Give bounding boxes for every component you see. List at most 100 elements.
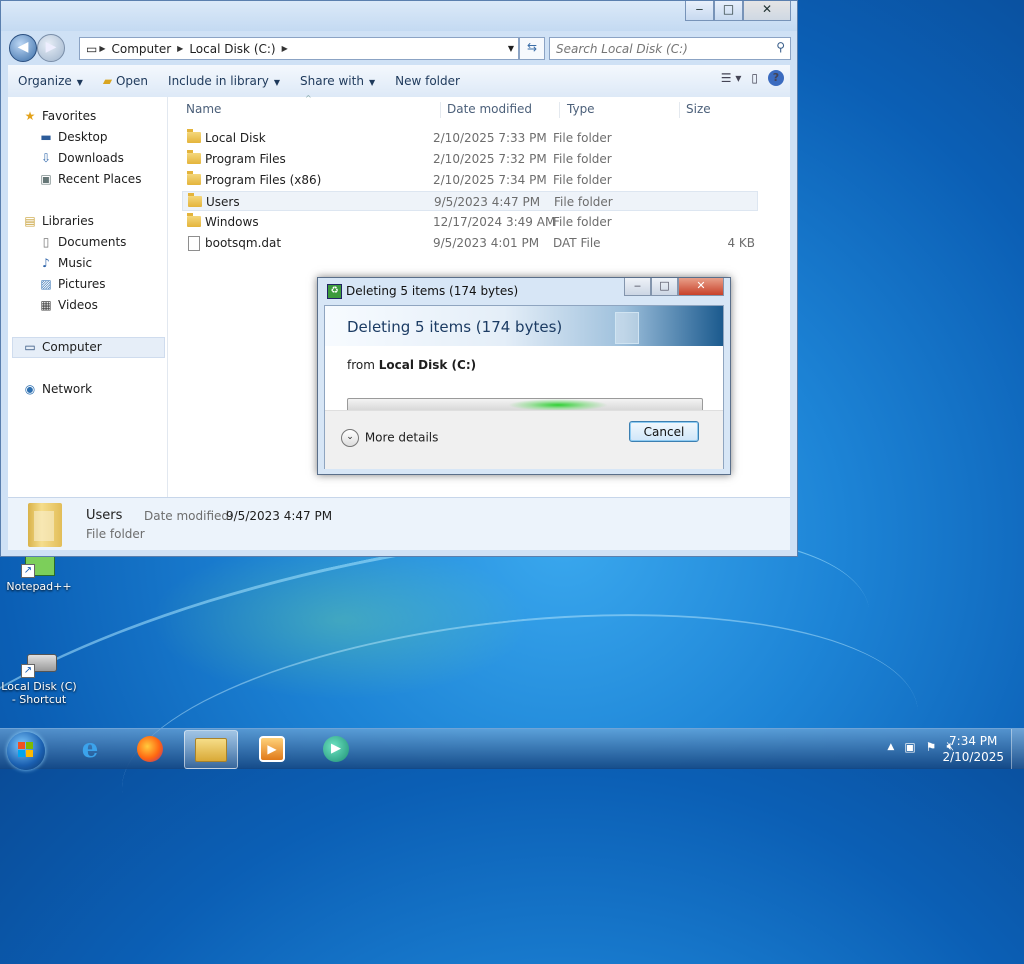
forward-button[interactable]: ▶: [37, 34, 65, 62]
new-folder-button[interactable]: New folder: [385, 69, 470, 93]
column-header-name[interactable]: Name: [182, 102, 441, 118]
chevron-down-icon: ⌄: [341, 429, 359, 447]
open-button[interactable]: ▰ Open: [93, 69, 158, 93]
clock[interactable]: 7:34 PM 2/10/2025: [942, 733, 1004, 765]
file-type: File folder: [553, 131, 612, 145]
open-label: Open: [115, 74, 149, 88]
preview-pane-icon[interactable]: ▯: [751, 71, 758, 85]
taskbar-chat-app[interactable]: ▶: [310, 730, 362, 767]
nav-item-libraries[interactable]: ▤ Libraries: [22, 211, 94, 231]
nav-item-recent-places[interactable]: ▣ Recent Places: [38, 169, 141, 189]
action-center-flag-icon[interactable]: ⚑: [926, 740, 937, 754]
file-date: 2/10/2025 7:32 PM: [433, 152, 547, 166]
file-name: Local Disk: [205, 131, 266, 145]
nav-item-label: Desktop: [58, 130, 108, 144]
clock-date: 2/10/2025: [942, 750, 1004, 764]
details-pane: Users Date modified: 9/5/2023 4:47 PM Fi…: [8, 497, 790, 550]
nav-item-label: Videos: [58, 298, 98, 312]
search-icon[interactable]: ⚲: [776, 40, 785, 54]
address-bar[interactable]: ▭ ▶ Computer ▶ Local Disk (C:) ▶ ▼: [79, 37, 519, 60]
network-status-icon[interactable]: ▣: [904, 740, 915, 754]
refresh-button[interactable]: ⇆: [519, 37, 545, 60]
back-button[interactable]: ◀: [9, 34, 37, 62]
nav-item-favorites[interactable]: ★ Favorites: [22, 106, 97, 126]
file-row[interactable]: Windows 12/17/2024 3:49 AM File folder: [182, 212, 758, 232]
share-with-menu[interactable]: Share with ▼: [290, 69, 385, 93]
delete-progress-dialog: ♻ Deleting 5 items (174 bytes) ‒ □ ✕ Del…: [317, 277, 731, 475]
title-bar[interactable]: ‒ □ ✕: [1, 1, 797, 31]
nav-item-downloads[interactable]: ⇩ Downloads: [38, 148, 124, 168]
taskbar-internet-explorer[interactable]: e: [64, 730, 116, 767]
dialog-maximize-button: □: [651, 278, 678, 296]
clock-time: 7:34 PM: [949, 734, 998, 748]
chevron-down-icon: ▼: [76, 78, 83, 87]
desktop-icon-local-disk-shortcut[interactable]: ↗ Local Disk (C) - Shortcut: [0, 648, 78, 706]
details-name: Users: [86, 508, 123, 523]
taskbar-media-player[interactable]: ▶: [246, 730, 298, 767]
network-icon: ◉: [24, 382, 36, 396]
column-header-type[interactable]: Type: [563, 102, 680, 118]
help-icon[interactable]: ?: [768, 70, 784, 86]
folder-icon: [188, 193, 202, 207]
file-row[interactable]: bootsqm.dat 9/5/2023 4:01 PM DAT File 4 …: [182, 233, 758, 253]
folder-icon: [28, 503, 62, 547]
folder-icon: ▰: [102, 74, 116, 88]
search-input[interactable]: [550, 38, 763, 59]
desktop-icon-label: Notepad++: [6, 580, 72, 593]
breadcrumb-computer[interactable]: Computer: [112, 42, 172, 56]
nav-item-label: Libraries: [42, 214, 94, 228]
more-details-toggle[interactable]: ⌄ More details: [341, 429, 438, 447]
taskbar-firefox[interactable]: [124, 730, 176, 767]
address-dropdown-icon[interactable]: ▼: [508, 44, 514, 53]
file-date: 2/10/2025 7:34 PM: [433, 173, 547, 187]
breadcrumb-chevron-icon[interactable]: ▶: [282, 44, 288, 53]
dialog-header: Deleting 5 items (174 bytes): [325, 306, 723, 346]
windows-logo-icon: [18, 742, 34, 758]
dialog-footer: ⌄ More details Cancel: [325, 410, 723, 469]
view-options-icon[interactable]: ☰ ▾: [721, 71, 742, 85]
minimize-button[interactable]: ‒: [685, 1, 714, 21]
downloads-icon: ⇩: [40, 151, 52, 165]
close-button[interactable]: ✕: [743, 1, 791, 21]
nav-item-documents[interactable]: ▯ Documents: [38, 232, 127, 252]
dialog-minimize-button[interactable]: ‒: [624, 278, 651, 296]
show-desktop-button[interactable]: [1011, 729, 1024, 769]
include-in-library-menu[interactable]: Include in library ▼: [158, 69, 290, 93]
search-box[interactable]: ⚲: [549, 37, 791, 60]
breadcrumb-chevron-icon[interactable]: ▶: [99, 44, 105, 53]
file-name: Users: [206, 195, 240, 209]
file-row[interactable]: Local Disk 2/10/2025 7:33 PM File folder: [182, 128, 758, 148]
column-header-size[interactable]: Size: [682, 102, 756, 118]
nav-item-music[interactable]: ♪ Music: [38, 253, 92, 273]
column-header-date-modified[interactable]: Date modified: [443, 102, 560, 118]
file-name: Program Files (x86): [205, 173, 322, 187]
breadcrumb-local-disk[interactable]: Local Disk (C:): [189, 42, 275, 56]
file-date: 9/5/2023 4:47 PM: [434, 195, 541, 209]
file-date: 2/10/2025 7:33 PM: [433, 131, 547, 145]
breadcrumb-chevron-icon[interactable]: ▶: [177, 44, 183, 53]
file-type: File folder: [553, 152, 612, 166]
file-name: bootsqm.dat: [205, 236, 282, 250]
organize-menu[interactable]: Organize ▼: [8, 69, 93, 93]
dialog-from-line: from Local Disk (C:): [347, 358, 476, 372]
file-type: DAT File: [553, 236, 601, 250]
nav-item-desktop[interactable]: ▬ Desktop: [38, 127, 108, 147]
file-row[interactable]: Program Files (x86) 2/10/2025 7:34 PM Fi…: [182, 170, 758, 190]
nav-item-network[interactable]: ◉ Network: [22, 379, 92, 399]
chevron-down-icon: ▼: [368, 78, 376, 87]
file-row[interactable]: Program Files 2/10/2025 7:32 PM File fol…: [182, 149, 758, 169]
nav-item-computer[interactable]: ▭ Computer: [22, 337, 101, 357]
dialog-title-bar[interactable]: ♻ Deleting 5 items (174 bytes) ‒ □ ✕: [318, 278, 730, 304]
maximize-button[interactable]: □: [714, 1, 743, 21]
show-hidden-icons-icon[interactable]: ▲: [887, 742, 894, 752]
file-row-selected[interactable]: Users 9/5/2023 4:47 PM File folder: [182, 191, 758, 211]
share-with-label: Share with: [300, 74, 364, 88]
command-bar: Organize ▼ ▰ Open Include in library ▼ Sha…: [8, 65, 790, 98]
dialog-close-button[interactable]: ✕: [678, 278, 724, 296]
cancel-button[interactable]: Cancel: [629, 421, 699, 442]
recycle-icon: ♻: [327, 284, 342, 299]
nav-item-pictures[interactable]: ▨ Pictures: [38, 274, 105, 294]
taskbar-windows-explorer[interactable]: [184, 730, 238, 769]
nav-item-videos[interactable]: ▦ Videos: [38, 295, 98, 315]
start-button[interactable]: [7, 732, 45, 770]
